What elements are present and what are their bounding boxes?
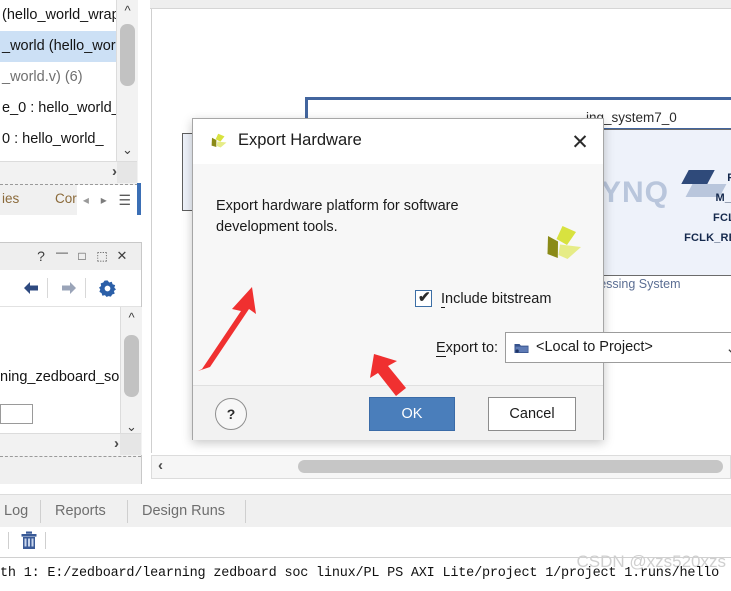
folder-icon	[514, 342, 529, 354]
toolbar-divider	[45, 532, 46, 549]
connection-wire	[305, 97, 731, 100]
panel-toolbar	[0, 270, 141, 307]
panel-footer	[0, 456, 141, 484]
minimize-button[interactable]: —	[53, 243, 71, 261]
scrollbar-corner	[117, 162, 137, 183]
tab-design-runs[interactable]: Design Runs	[130, 495, 237, 528]
bottom-separator	[0, 485, 731, 488]
panel-titlebar: ? — □ ⬚ ✕	[0, 243, 141, 270]
panel-content-text: ning_zedboard_so	[0, 369, 120, 385]
tab-divider	[245, 500, 246, 523]
canvas-topbar	[150, 0, 731, 9]
scroll-right-icon[interactable]: ›	[114, 435, 119, 452]
checkbox-label-rest: nclude bitstream	[445, 290, 552, 307]
toolbar-divider	[85, 278, 86, 298]
gear-icon[interactable]	[96, 278, 118, 298]
status-bar: CSDN @xzs520xzs th 1: E:/zedboard/learni…	[0, 552, 731, 591]
ok-button[interactable]: OK	[369, 397, 455, 431]
close-icon[interactable]: ✕	[565, 127, 595, 157]
help-button[interactable]: ?	[32, 247, 50, 265]
include-bitstream-checkbox[interactable]: ✔	[415, 289, 432, 307]
xilinx-logo-icon	[538, 224, 586, 272]
bottom-toolbar	[0, 527, 731, 555]
tab-reports[interactable]: Reports	[43, 495, 118, 528]
hamburger-menu-icon[interactable]: ☰	[119, 192, 132, 209]
zynq-logo-text: YNQ	[601, 176, 670, 209]
mnemonic-letter: E	[436, 340, 446, 357]
left-panel-tabstrip[interactable]: ies Cor ◂ ▸ ☰	[0, 184, 138, 215]
scroll-up-icon[interactable]: ^	[121, 307, 142, 327]
checkmark-icon: ✔	[418, 289, 431, 306]
chevron-down-icon[interactable]: ⌄	[725, 339, 731, 357]
cancel-button[interactable]: Cancel	[488, 397, 576, 431]
scroll-down-icon[interactable]: ⌄	[117, 140, 138, 160]
arrow-right-icon[interactable]	[58, 278, 80, 298]
help-button[interactable]: ?	[215, 398, 247, 430]
tab-properties[interactable]: ies	[2, 191, 19, 206]
close-button[interactable]: ✕	[113, 247, 131, 265]
dialog-title: Export Hardware	[238, 131, 362, 149]
zynq-processing-system-block[interactable]: YNQ DDR FIXED_IO M_AXI_GP0 FCLK_CLK0 FCL…	[584, 129, 731, 276]
scrollbar-thumb[interactable]	[124, 335, 139, 397]
tab-log[interactable]: Log	[0, 495, 40, 528]
dialog-titlebar: Export Hardware ✕	[193, 119, 603, 165]
zynq-port[interactable]: M_AXI_GP0	[715, 192, 731, 204]
status-path-text: th 1: E:/zedboard/learning zedboard soc …	[0, 566, 720, 581]
dialog-footer: ? OK Cancel	[193, 385, 603, 440]
include-bitstream-label[interactable]: Include bitstream	[441, 290, 552, 308]
zynq-port[interactable]: FCLK_CLK0	[713, 212, 731, 224]
tab-divider	[127, 500, 128, 523]
scrollbar-thumb[interactable]	[298, 460, 723, 473]
scrollbar-thumb[interactable]	[120, 24, 135, 86]
tab-divider	[40, 500, 41, 523]
triangle-left-icon[interactable]: ◂	[83, 193, 89, 207]
toolbar-divider	[8, 532, 9, 549]
dialog-description: Export hardware platform for software de…	[216, 198, 459, 235]
export-label-rest: xport to:	[445, 340, 499, 356]
panel-active-indicator	[137, 183, 141, 215]
triangle-right-icon[interactable]: ▸	[101, 193, 107, 207]
dialog-body: Export hardware platform for software de…	[193, 164, 731, 385]
export-to-label: Export to:	[436, 340, 499, 357]
hierarchy-vertical-scrollbar[interactable]: ^ ⌄	[116, 0, 138, 183]
left-bottom-panel: ? — □ ⬚ ✕ ning_zedboard_so ^ ⌄ ›	[0, 242, 142, 484]
arrow-left-icon[interactable]	[20, 278, 42, 298]
include-bitstream-row[interactable]: ✔ Include bitstream	[415, 289, 552, 308]
export-to-dropdown[interactable]: <Local to Project> ⌄	[505, 332, 731, 363]
toolbar-divider	[47, 278, 48, 298]
bottom-tabstrip[interactable]: Log Reports Design Runs	[0, 494, 731, 529]
chevron-left-icon[interactable]: ‹	[158, 457, 163, 474]
export-hardware-dialog[interactable]: Export Hardware ✕ Export hardware platfo…	[192, 118, 731, 440]
scrollbar-corner	[120, 434, 141, 455]
content-box	[0, 404, 33, 424]
xilinx-logo-icon	[207, 133, 229, 153]
export-to-value: <Local to Project>	[536, 339, 653, 355]
panel-horizontal-scrollbar[interactable]: ›	[0, 433, 141, 456]
zynq-port[interactable]: FIXED_IO	[727, 172, 731, 184]
trash-icon[interactable]	[20, 531, 38, 553]
zynq-swoosh-icon	[681, 170, 715, 184]
scroll-up-icon[interactable]: ^	[117, 0, 138, 20]
tab-navigation[interactable]: ◂ ▸ ☰	[77, 185, 137, 215]
zynq-port[interactable]: FCLK_RESET0_N	[684, 232, 731, 244]
maximize-button[interactable]: □	[73, 247, 91, 265]
canvas-horizontal-scrollbar[interactable]: ‹	[151, 455, 731, 479]
float-button[interactable]: ⬚	[93, 247, 111, 265]
hierarchy-horizontal-scrollbar[interactable]: ›	[0, 161, 137, 184]
tab-core[interactable]: Cor	[55, 191, 77, 206]
